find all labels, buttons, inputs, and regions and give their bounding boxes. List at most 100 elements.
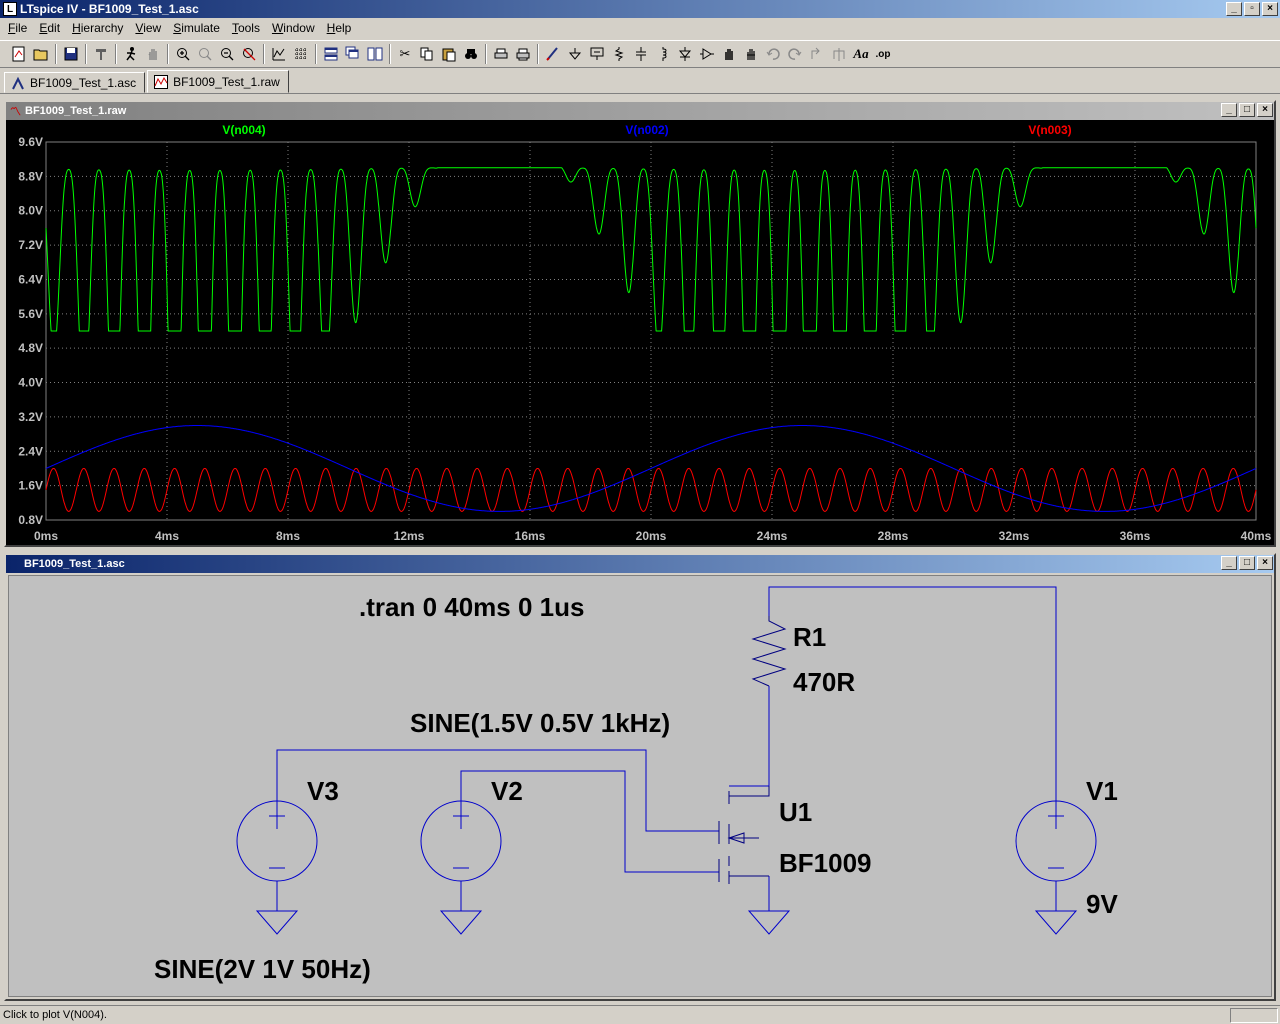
ground-icon[interactable] <box>747 910 791 935</box>
mirror-icon[interactable] <box>828 43 850 65</box>
document-tabs: BF1009_Test_1.asc BF1009_Test_1.raw <box>0 70 1280 94</box>
cut-icon[interactable]: ✂ <box>394 43 416 65</box>
close-button[interactable]: × <box>1262 2 1278 16</box>
label-net-icon[interactable] <box>586 43 608 65</box>
find-icon[interactable] <box>460 43 482 65</box>
ground-icon[interactable] <box>439 910 483 935</box>
inductor-icon[interactable] <box>652 43 674 65</box>
plot-pane[interactable]: 0ms 4ms 8ms 12ms 16ms 20ms 24ms 28ms 32ms 36ms 40m… <box>6 120 1274 545</box>
grid-icon[interactable] <box>290 43 312 65</box>
drag-icon[interactable] <box>740 43 762 65</box>
schematic-drawing[interactable]: .tran 0 40ms 0 1us R1 470R SINE(1.5V 0.5… <box>9 576 1271 996</box>
spice-directive[interactable]: .tran 0 40ms 0 1us <box>359 592 584 622</box>
ground-icon[interactable] <box>255 910 299 935</box>
print-setup-icon[interactable] <box>490 43 512 65</box>
v3-name[interactable]: V3 <box>307 776 339 806</box>
menu-help[interactable]: Help <box>321 21 358 35</box>
move-icon[interactable] <box>718 43 740 65</box>
menu-edit[interactable]: Edit <box>33 21 66 35</box>
pan-icon[interactable] <box>194 43 216 65</box>
waveform-window-title: BF1009_Test_1.raw <box>25 105 127 117</box>
x-tick-label: 40ms <box>1241 529 1272 543</box>
run-icon[interactable] <box>120 43 142 65</box>
trace-label-v-n004[interactable]: V(n004) <box>222 123 265 137</box>
x-tick-label: 0ms <box>34 529 58 543</box>
zoom-in-icon[interactable] <box>172 43 194 65</box>
y-tick-label: 3.2V <box>18 410 43 424</box>
open-icon[interactable] <box>30 43 52 65</box>
window-titlebar: L LTspice IV - BF1009_Test_1.asc _ ▫ × <box>0 0 1280 18</box>
menu-view[interactable]: View <box>129 21 167 35</box>
undo-icon[interactable] <box>762 43 784 65</box>
status-bar: Click to plot V(N004). <box>0 1005 1280 1024</box>
minimize-button[interactable]: _ <box>1226 2 1242 16</box>
mosfet-u1[interactable] <box>718 786 770 884</box>
resistor-r1[interactable] <box>751 616 787 687</box>
tab-label: BF1009_Test_1.raw <box>173 74 280 89</box>
tab-schematic[interactable]: BF1009_Test_1.asc <box>4 72 146 93</box>
y-tick-label: 5.6V <box>18 307 43 321</box>
capacitor-icon[interactable] <box>630 43 652 65</box>
zoom-fit-icon[interactable] <box>238 43 260 65</box>
close-button[interactable]: × <box>1257 556 1273 570</box>
v1-name[interactable]: V1 <box>1086 776 1118 806</box>
menu-simulate[interactable]: Simulate <box>167 21 226 35</box>
close-button[interactable]: × <box>1257 103 1273 117</box>
x-tick-label: 32ms <box>999 529 1030 543</box>
rotate-icon[interactable] <box>806 43 828 65</box>
component-icon[interactable] <box>696 43 718 65</box>
schematic-canvas[interactable]: .tran 0 40ms 0 1us R1 470R SINE(1.5V 0.5… <box>8 575 1272 997</box>
zoom-out-icon[interactable] <box>216 43 238 65</box>
wire[interactable] <box>729 686 770 787</box>
menu-hierarchy[interactable]: Hierarchy <box>66 21 129 35</box>
tile-vertical-icon[interactable] <box>364 43 386 65</box>
save-icon[interactable] <box>60 43 82 65</box>
diode-icon[interactable] <box>674 43 696 65</box>
redo-icon[interactable] <box>784 43 806 65</box>
status-panel <box>1230 1008 1278 1023</box>
menu-file[interactable]: File <box>2 21 33 35</box>
waveform-icon <box>154 74 169 89</box>
resistor-icon[interactable] <box>608 43 630 65</box>
draw-wire-icon[interactable] <box>542 43 564 65</box>
waveform-plot[interactable]: 0ms 4ms 8ms 12ms 16ms 20ms 24ms 28ms 32ms 36ms 40m… <box>6 120 1274 545</box>
new-schematic-icon[interactable] <box>8 43 30 65</box>
y-tick-label: 6.4V <box>18 272 43 286</box>
ltspice-icon: L <box>3 2 17 16</box>
x-tick-label: 36ms <box>1120 529 1151 543</box>
ground-icon[interactable] <box>564 43 586 65</box>
ground-icon[interactable] <box>1034 910 1078 935</box>
v2-name[interactable]: V2 <box>491 776 523 806</box>
x-tick-label: 4ms <box>155 529 179 543</box>
minimize-button[interactable]: _ <box>1221 556 1237 570</box>
y-tick-label: 1.6V <box>18 479 43 493</box>
y-tick-label: 4.0V <box>18 376 43 390</box>
u1-value[interactable]: BF1009 <box>779 848 872 878</box>
autorange-icon[interactable] <box>268 43 290 65</box>
maximize-button[interactable]: □ <box>1239 556 1255 570</box>
x-tick-label: 8ms <box>276 529 300 543</box>
r1-name[interactable]: R1 <box>793 622 826 652</box>
text-icon[interactable]: Aa <box>850 43 872 65</box>
halt-icon[interactable] <box>142 43 164 65</box>
restore-button[interactable]: ▫ <box>1244 2 1260 16</box>
paste-icon[interactable] <box>438 43 460 65</box>
maximize-button[interactable]: □ <box>1239 103 1255 117</box>
v1-value[interactable]: 9V <box>1086 889 1118 919</box>
spice-directive-icon[interactable]: .op <box>872 43 894 65</box>
v3-value[interactable]: SINE(2V 1V 50Hz) <box>154 954 371 984</box>
tile-horizontal-icon[interactable] <box>320 43 342 65</box>
r1-value[interactable]: 470R <box>793 667 855 697</box>
menu-window[interactable]: Window <box>266 21 321 35</box>
v2-value[interactable]: SINE(1.5V 0.5V 1kHz) <box>410 708 670 738</box>
cascade-icon[interactable] <box>342 43 364 65</box>
menu-tools[interactable]: Tools <box>226 21 266 35</box>
trace-label-v-n003[interactable]: V(n003) <box>1028 123 1071 137</box>
copy-icon[interactable] <box>416 43 438 65</box>
print-icon[interactable] <box>512 43 534 65</box>
control-panel-icon[interactable] <box>90 43 112 65</box>
tab-waveform[interactable]: BF1009_Test_1.raw <box>147 70 289 93</box>
trace-label-v-n002[interactable]: V(n002) <box>625 123 668 137</box>
u1-name[interactable]: U1 <box>779 797 812 827</box>
minimize-button[interactable]: _ <box>1221 103 1237 117</box>
